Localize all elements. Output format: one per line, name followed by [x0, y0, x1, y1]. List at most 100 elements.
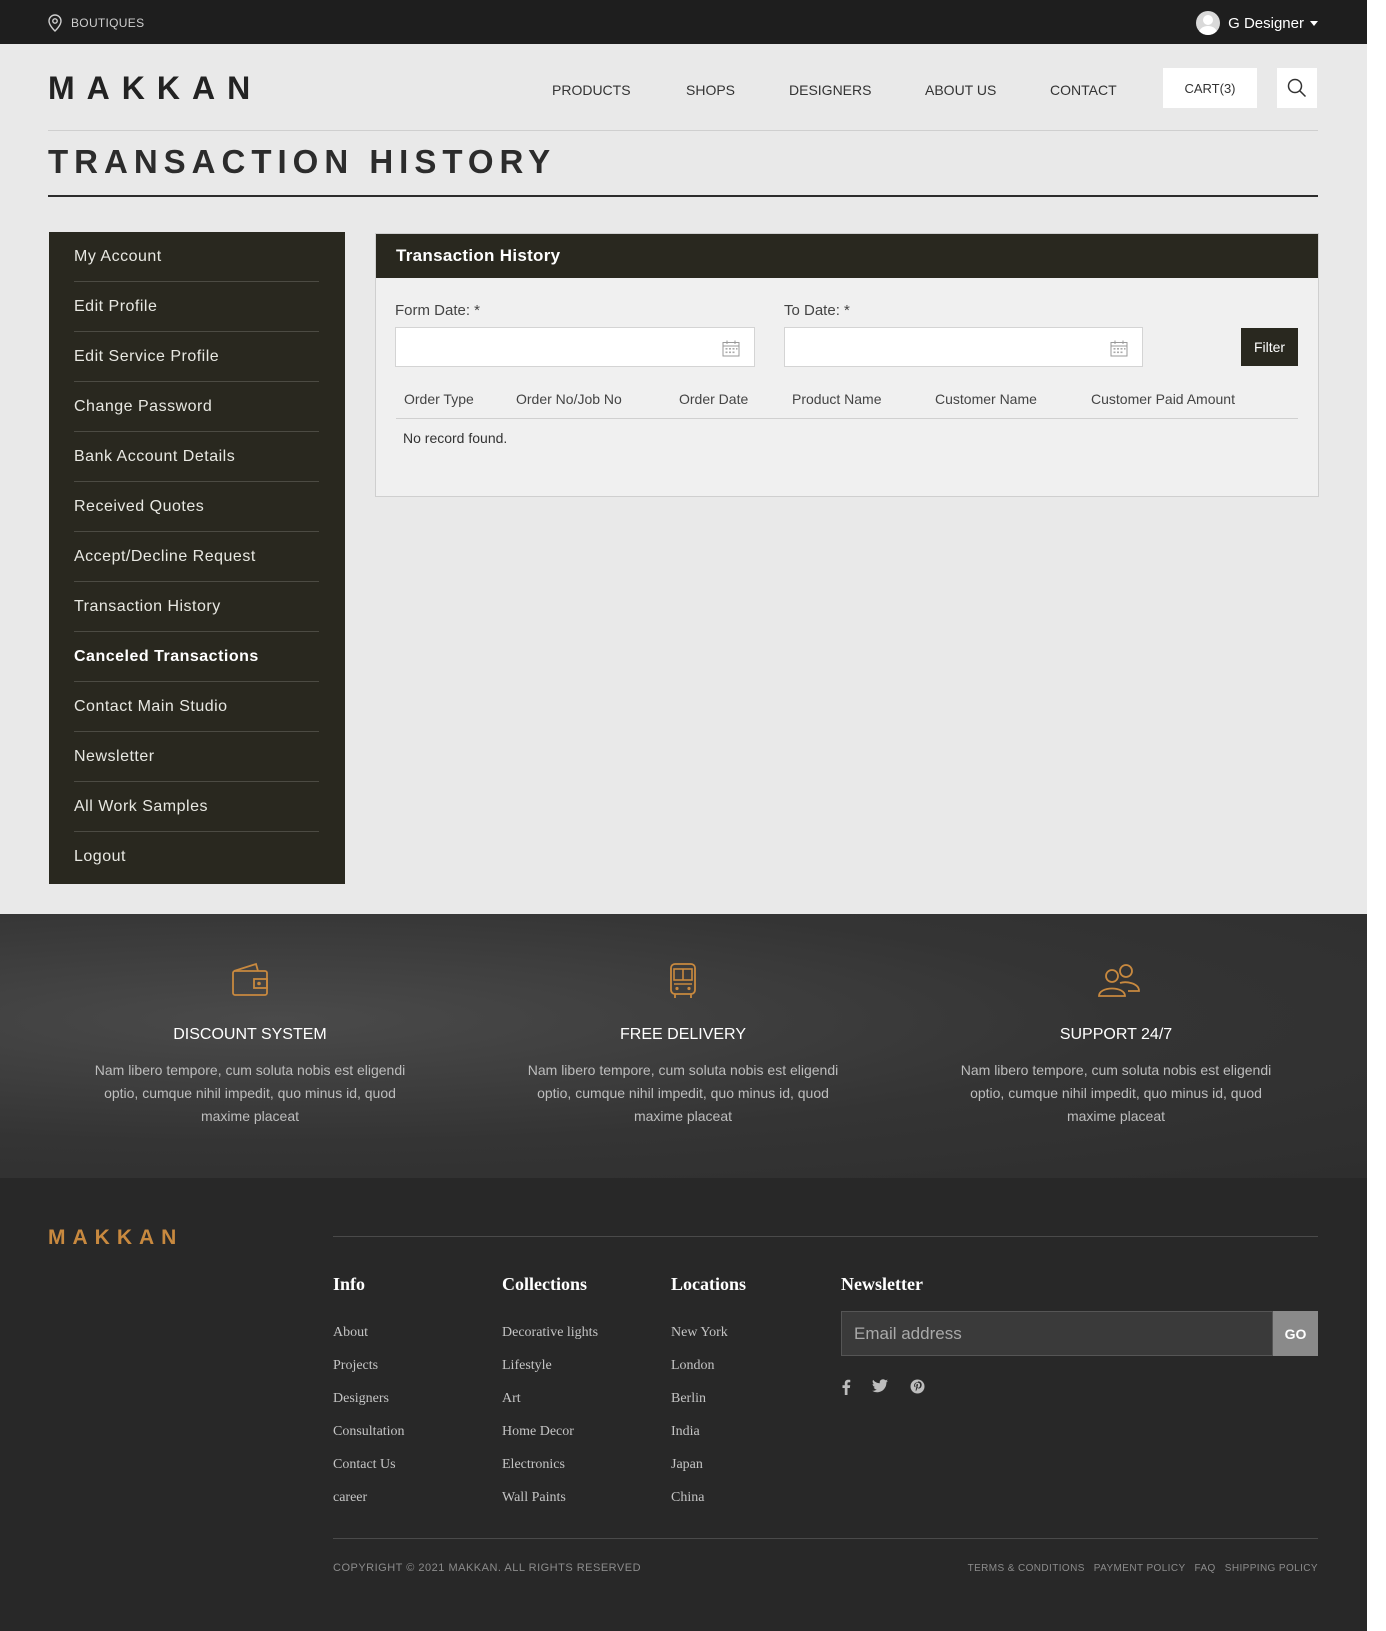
footer-column-title: Collections	[502, 1274, 587, 1294]
sidebar-item-contact-main-studio[interactable]: Contact Main Studio	[74, 682, 319, 732]
sidebar-item-all-work-samples[interactable]: All Work Samples	[74, 782, 319, 832]
transaction-panel: Transaction History Form Date: * To Date…	[375, 233, 1319, 497]
footer-link-about[interactable]: About	[333, 1316, 405, 1349]
footer-column-title: Info	[333, 1274, 366, 1294]
from-date-label: Form Date: *	[395, 302, 481, 319]
features-band: DISCOUNT SYSTEM Nam libero tempore, cum …	[0, 914, 1367, 1178]
pinterest-icon[interactable]	[910, 1379, 925, 1394]
footer-link-art[interactable]: Art	[502, 1382, 598, 1415]
copyright-text: COPYRIGHT © 2021 MAKKAN. ALL RIGHTS RESE…	[333, 1562, 642, 1574]
header-divider	[48, 130, 1318, 131]
user-name: G Designer	[1228, 14, 1304, 32]
title-underline	[48, 195, 1318, 197]
feature-description: Nam libero tempore, cum soluta nobis est…	[94, 1062, 406, 1124]
footer-link-consultation[interactable]: Consultation	[333, 1415, 405, 1448]
footer-column-title: Newsletter	[841, 1274, 923, 1294]
footer-logo[interactable]: MAKKAN	[48, 1226, 183, 1250]
feature-title: FREE DELIVERY	[620, 1026, 746, 1043]
caret-down-icon	[1310, 20, 1318, 26]
empty-message: No record found.	[403, 430, 508, 446]
bus-icon	[670, 963, 696, 998]
sidebar-item-newsletter[interactable]: Newsletter	[74, 732, 319, 782]
search-button[interactable]	[1277, 68, 1317, 108]
to-date-field[interactable]	[784, 327, 1143, 367]
policy-links: TERMS & CONDITIONS PAYMENT POLICY FAQ SH…	[959, 1563, 1318, 1574]
site-footer: MAKKAN Info About Projects Designers Con…	[0, 1178, 1367, 1631]
footer-link-home-decor[interactable]: Home Decor	[502, 1415, 598, 1448]
newsletter-email-field[interactable]	[841, 1311, 1273, 1356]
nav-products[interactable]: PRODUCTS	[552, 82, 631, 98]
footer-link-career[interactable]: career	[333, 1481, 405, 1514]
sidebar-item-logout[interactable]: Logout	[74, 832, 319, 882]
to-date-label: To Date: *	[784, 302, 850, 319]
filter-button[interactable]: Filter	[1241, 328, 1298, 366]
sidebar-item-canceled-transactions[interactable]: Canceled Transactions	[74, 632, 319, 682]
page: BOUTIQUES G Designer MAKKAN PRODUCTS SHO…	[0, 0, 1367, 1631]
footer-link-decorative-lights[interactable]: Decorative lights	[502, 1316, 598, 1349]
column-header-order-date: Order Date	[679, 391, 749, 407]
from-date-field[interactable]	[395, 327, 755, 367]
wallet-icon	[232, 962, 268, 996]
footer-link-japan[interactable]: Japan	[671, 1448, 746, 1481]
calendar-icon[interactable]	[1110, 340, 1128, 357]
footer-link-contact-us[interactable]: Contact Us	[333, 1448, 405, 1481]
policy-link-terms[interactable]: TERMS & CONDITIONS	[968, 1563, 1085, 1574]
footer-divider	[333, 1236, 1318, 1237]
sidebar-item-transaction-history[interactable]: Transaction History	[74, 582, 319, 632]
column-header-order-no: Order No/Job No	[516, 391, 622, 407]
footer-locations-column: Locations New York London Berlin India J…	[671, 1274, 746, 1514]
nav-about-us[interactable]: ABOUT US	[925, 82, 996, 98]
facebook-icon[interactable]	[841, 1379, 851, 1395]
nav-shops[interactable]: SHOPS	[686, 82, 735, 98]
nav-designers[interactable]: DESIGNERS	[789, 82, 871, 98]
cart-button[interactable]: CART(3)	[1163, 68, 1257, 108]
calendar-icon[interactable]	[722, 340, 740, 357]
footer-link-new-york[interactable]: New York	[671, 1316, 746, 1349]
column-header-customer-paid-amount: Customer Paid Amount	[1091, 391, 1235, 407]
search-icon	[1287, 78, 1307, 98]
footer-link-china[interactable]: China	[671, 1481, 746, 1514]
column-header-customer-name: Customer Name	[935, 391, 1037, 407]
location-pin-icon	[48, 14, 62, 32]
column-header-product-name: Product Name	[792, 391, 882, 407]
sidebar-item-edit-profile[interactable]: Edit Profile	[74, 282, 319, 332]
footer-link-london[interactable]: London	[671, 1349, 746, 1382]
sidebar-item-bank-account-details[interactable]: Bank Account Details	[74, 432, 319, 482]
footer-link-wall-paints[interactable]: Wall Paints	[502, 1481, 598, 1514]
feature-description: Nam libero tempore, cum soluta nobis est…	[960, 1062, 1272, 1124]
footer-link-berlin[interactable]: Berlin	[671, 1382, 746, 1415]
newsletter-email-input[interactable]	[842, 1312, 1272, 1355]
user-menu[interactable]: G Designer	[1196, 11, 1318, 35]
policy-link-shipping[interactable]: SHIPPING POLICY	[1225, 1563, 1318, 1574]
footer-newsletter-column: Newsletter	[841, 1274, 923, 1316]
footer-link-lifestyle[interactable]: Lifestyle	[502, 1349, 598, 1382]
top-bar: BOUTIQUES G Designer	[0, 0, 1367, 44]
page-title: TRANSACTION HISTORY	[48, 143, 557, 180]
table-header-divider	[396, 418, 1298, 419]
site-logo[interactable]: MAKKAN	[48, 70, 262, 107]
sidebar-item-accept-decline-request[interactable]: Accept/Decline Request	[74, 532, 319, 582]
footer-link-india[interactable]: India	[671, 1415, 746, 1448]
sidebar-item-received-quotes[interactable]: Received Quotes	[74, 482, 319, 532]
panel-title: Transaction History	[376, 234, 1318, 278]
twitter-icon[interactable]	[872, 1379, 888, 1393]
policy-link-payment[interactable]: PAYMENT POLICY	[1094, 1563, 1186, 1574]
footer-collections-column: Collections Decorative lights Lifestyle …	[502, 1274, 598, 1514]
footer-link-designers[interactable]: Designers	[333, 1382, 405, 1415]
boutiques-link[interactable]: BOUTIQUES	[48, 14, 144, 32]
footer-link-projects[interactable]: Projects	[333, 1349, 405, 1382]
column-header-order-type: Order Type	[404, 391, 474, 407]
nav-contact[interactable]: CONTACT	[1050, 82, 1117, 98]
feature-title: SUPPORT 24/7	[1059, 1026, 1173, 1043]
boutiques-label: BOUTIQUES	[71, 16, 145, 30]
sidebar-item-change-password[interactable]: Change Password	[74, 382, 319, 432]
footer-column-title: Locations	[671, 1274, 747, 1294]
newsletter-go-button[interactable]: GO	[1273, 1311, 1318, 1356]
policy-link-faq[interactable]: FAQ	[1195, 1563, 1216, 1574]
sidebar-item-my-account[interactable]: My Account	[74, 232, 319, 282]
users-icon	[1098, 964, 1140, 997]
footer-link-electronics[interactable]: Electronics	[502, 1448, 598, 1481]
sidebar-item-edit-service-profile[interactable]: Edit Service Profile	[74, 332, 319, 382]
from-date-input[interactable]	[396, 328, 754, 366]
to-date-input[interactable]	[785, 328, 1142, 366]
